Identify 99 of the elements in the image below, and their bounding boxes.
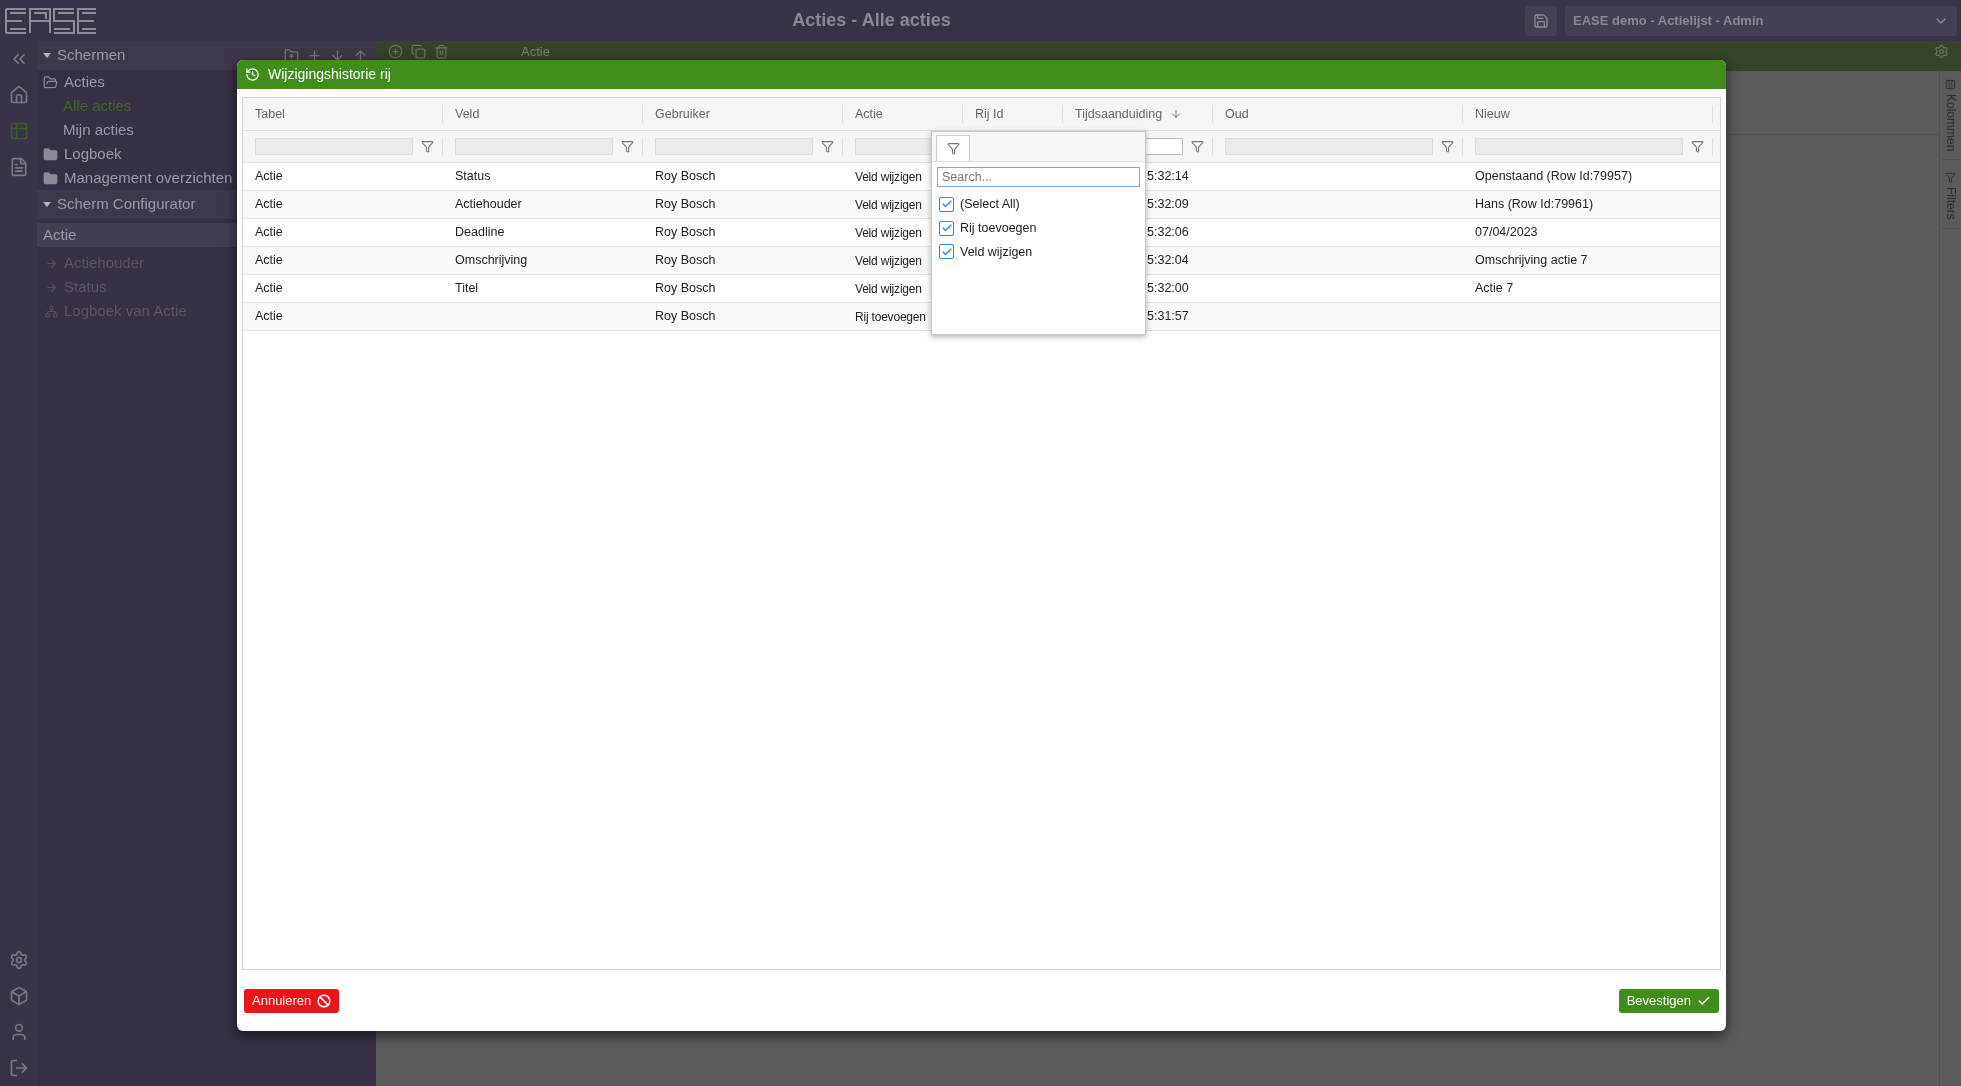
- table-cell: Actie 7: [1475, 281, 1514, 296]
- sidebar-item[interactable]: Acties: [64, 70, 105, 94]
- table-cell: Actie: [255, 225, 283, 240]
- add-icon[interactable]: [388, 44, 403, 59]
- home-icon[interactable]: [8, 85, 29, 105]
- confirm-button[interactable]: Bevestigen: [1618, 988, 1719, 1013]
- table-cell: Roy Bosch: [655, 253, 716, 268]
- option-label[interactable]: Rij toevoegen: [960, 218, 1037, 238]
- table-cell: Roy Bosch: [655, 169, 716, 184]
- filter-icon[interactable]: [1191, 140, 1204, 153]
- search-field[interactable]: Search...: [937, 167, 1140, 187]
- arrow-right-icon: [45, 280, 58, 294]
- column-header[interactable]: Tabel: [255, 104, 285, 124]
- table-cell: Veld wijzigen: [855, 281, 922, 296]
- table-cell: Actie: [255, 253, 283, 268]
- column-header[interactable]: Nieuw: [1475, 104, 1510, 124]
- settings-icon[interactable]: [8, 950, 29, 970]
- checkbox[interactable]: [939, 244, 954, 260]
- section-title[interactable]: Schermen: [57, 44, 126, 67]
- table-cell: Veld wijzigen: [855, 253, 922, 268]
- sidebar-item[interactable]: Logboek: [64, 142, 122, 166]
- table-cell: Roy Bosch: [655, 225, 716, 240]
- filter-icon[interactable]: [621, 140, 634, 153]
- plus-icon[interactable]: [307, 48, 322, 63]
- arrow-right-icon: [45, 256, 58, 270]
- table-icon[interactable]: [8, 121, 29, 141]
- column-header[interactable]: Veld: [455, 104, 480, 124]
- table-cell: Deadline: [455, 225, 505, 240]
- table-cell: 5:32:04: [1147, 253, 1189, 268]
- table-cell: 5:32:09: [1147, 197, 1189, 212]
- checkbox[interactable]: [939, 220, 954, 236]
- filter-icon[interactable]: [1441, 140, 1454, 153]
- trash-icon[interactable]: [434, 44, 449, 59]
- cube-icon[interactable]: [8, 986, 29, 1006]
- save-icon: [1533, 12, 1549, 29]
- column-header[interactable]: Tijdsaanduiding: [1075, 104, 1183, 124]
- table-cell: Rij toevoegen: [855, 309, 926, 324]
- column-header[interactable]: Rij Id: [975, 104, 1004, 124]
- table-cell: 5:32:14: [1147, 169, 1189, 184]
- table-cell: Roy Bosch: [655, 309, 716, 324]
- sort-icon[interactable]: [1170, 108, 1183, 120]
- table-cell: 07/04/2023: [1475, 225, 1538, 240]
- table-cell: 5:32:00: [1147, 281, 1189, 296]
- table-cell: Actiehouder: [455, 197, 522, 212]
- table-cell: Actie: [255, 281, 283, 296]
- sidebar-item[interactable]: Mijn acties: [63, 118, 134, 142]
- checkbox[interactable]: [939, 196, 954, 212]
- arrow-down-icon[interactable]: [330, 48, 345, 63]
- filter-tab[interactable]: [936, 135, 970, 161]
- table-cell: Actie: [255, 169, 283, 184]
- option-label[interactable]: (Select All): [960, 195, 1020, 214]
- columns-icon: [1945, 79, 1956, 90]
- save-button[interactable]: [1525, 5, 1557, 36]
- table-cell: Actie: [255, 309, 283, 324]
- table-cell: Omschrijving actie 7: [1475, 253, 1588, 268]
- section-title[interactable]: Scherm Configurator: [57, 193, 196, 216]
- page-title: Acties - Alle acties: [792, 9, 951, 32]
- filter-icon[interactable]: [1691, 140, 1704, 153]
- caret-icon[interactable]: [43, 53, 51, 58]
- table-cell: 5:31:57: [1147, 309, 1189, 324]
- filter-field[interactable]: [455, 138, 613, 155]
- table-cell: Omschrijving: [455, 253, 528, 268]
- cancel-button[interactable]: Annuleren: [244, 988, 340, 1013]
- filter-icon: [946, 142, 960, 155]
- option-label[interactable]: Veld wijzigen: [960, 242, 1033, 262]
- filter-icon[interactable]: [421, 140, 434, 153]
- table-cell: Roy Bosch: [655, 281, 716, 296]
- copy-icon[interactable]: [411, 44, 426, 59]
- filter-field[interactable]: [1225, 138, 1433, 155]
- sidebar-item[interactable]: Management overzichten: [64, 166, 233, 190]
- filter-field[interactable]: [1475, 138, 1683, 155]
- table-cell: Actie: [255, 197, 283, 212]
- logout-icon[interactable]: [8, 1058, 29, 1078]
- table-cell: Hans (Row Id:79961): [1475, 197, 1594, 212]
- filter-icon[interactable]: [821, 140, 834, 153]
- filter-field[interactable]: [655, 138, 813, 155]
- table-cell: 5:32:06: [1147, 225, 1189, 240]
- filter-field[interactable]: [255, 138, 413, 155]
- table-cell: Roy Bosch: [655, 197, 716, 212]
- column-header[interactable]: Oud: [1225, 104, 1249, 124]
- column-header[interactable]: Gebruiker: [655, 104, 710, 124]
- hierarchy-icon: [45, 304, 58, 318]
- cancel-icon: [317, 993, 332, 1008]
- folder-plus-icon[interactable]: [284, 48, 299, 63]
- table-cell: Openstaand (Row Id:79957): [1475, 169, 1633, 184]
- table-cell: Status: [455, 169, 491, 184]
- filter-icon: [1945, 172, 1956, 184]
- table-cell: Veld wijzigen: [855, 169, 922, 184]
- settings-icon[interactable]: [1934, 44, 1949, 59]
- caret-icon[interactable]: [43, 202, 51, 207]
- table-cell: Titel: [455, 281, 479, 296]
- column-header[interactable]: Actie: [855, 104, 883, 124]
- table-cell: Veld wijzigen: [855, 197, 922, 212]
- app-selector[interactable]: EASE demo - Actielijst - Admin: [1565, 5, 1957, 36]
- dialog-title: Wijzigingshistorie rij: [268, 65, 391, 84]
- toolbar-label: Actie: [521, 44, 550, 59]
- history-icon: [245, 67, 260, 82]
- table-cell: Veld wijzigen: [855, 225, 922, 240]
- logo-icon: [4, 5, 98, 36]
